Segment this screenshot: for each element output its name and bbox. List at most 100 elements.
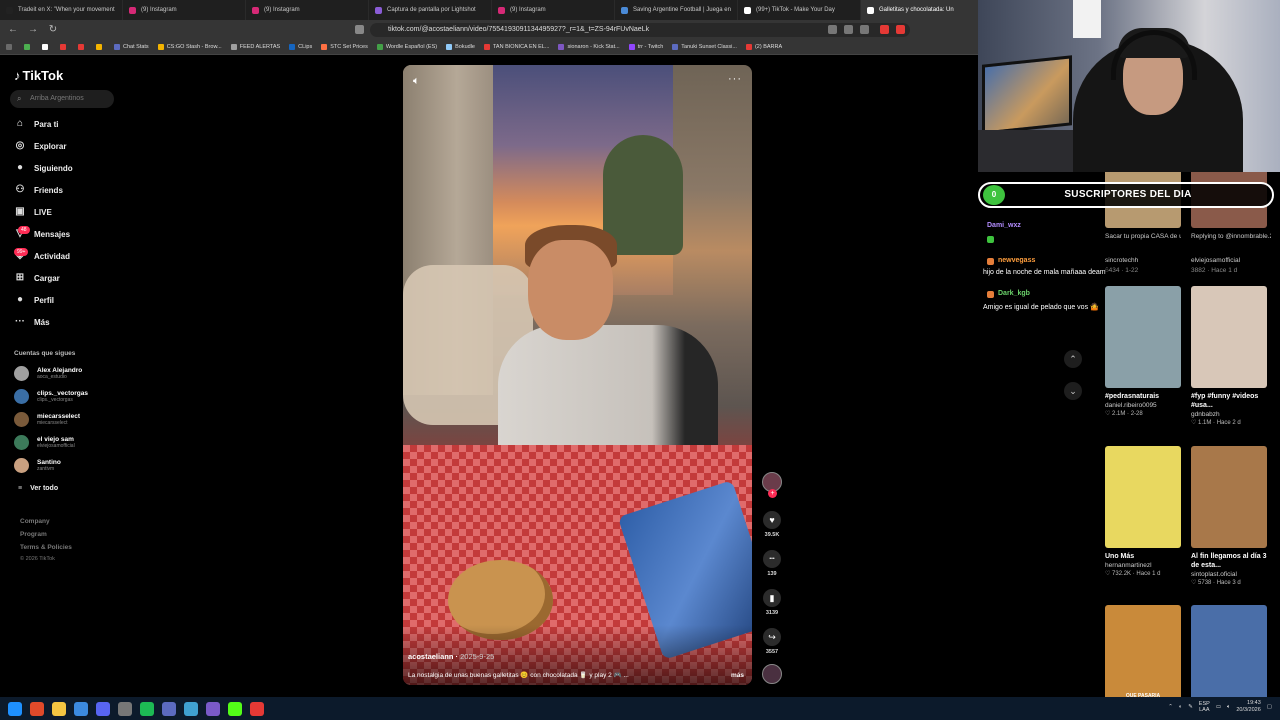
bookmark-item[interactable]	[24, 44, 33, 50]
taskbar-app-icon[interactable]	[228, 701, 242, 716]
bookmark-item[interactable]: trr - Twitch	[628, 44, 663, 50]
related-video-card[interactable]: QUE PASARIA	[1105, 605, 1181, 707]
browser-tab[interactable]: (9) Instagram	[123, 0, 246, 20]
related-thumbnail[interactable]	[1191, 605, 1267, 707]
sound-disc-icon[interactable]	[762, 664, 782, 684]
following-account[interactable]: clips._vectorgas clips._vectorgas	[14, 389, 88, 404]
start-icon[interactable]	[8, 701, 22, 716]
follow-plus-icon[interactable]: +	[768, 489, 777, 498]
footer-company[interactable]: Company	[20, 518, 50, 525]
related-thumbnail[interactable]	[1105, 286, 1181, 388]
nav-item-más[interactable]: ··· Más	[14, 316, 50, 328]
related-video-card[interactable]: Uno Más hernanmartinezl ♡ 732.2K · Hace 1 …	[1105, 446, 1181, 577]
scroll-up-icon[interactable]: ⌃	[1064, 350, 1082, 368]
browser-tab[interactable]: (9) Instagram	[246, 0, 369, 20]
extension-icon[interactable]	[844, 25, 853, 34]
more-options-icon[interactable]: ···	[728, 73, 742, 85]
bookmark-item[interactable]: CS:GO Stash - Brow...	[157, 44, 222, 50]
display-icon[interactable]: ▭	[1216, 704, 1221, 710]
search-input[interactable]: ⌕ Arriba Argentinos	[10, 90, 114, 108]
bookmark-star-icon[interactable]	[355, 25, 364, 34]
clock[interactable]: 19:43 20/3/2026	[1236, 700, 1260, 714]
bookmark-item[interactable]	[6, 44, 15, 50]
taskbar-app-icon[interactable]	[250, 701, 264, 716]
reload-icon[interactable]: ↻	[46, 23, 60, 37]
bookmark-item[interactable]: (2) BARRA	[745, 44, 782, 50]
extension-icon[interactable]	[880, 25, 889, 34]
lang-indicator[interactable]: ESP LAA	[1199, 701, 1210, 713]
bookmark-item[interactable]	[60, 44, 69, 50]
browser-tab[interactable]: Galletitas y chocolatada: Un	[861, 0, 984, 20]
bookmark-item[interactable]: TAN BIONICA EN EL...	[483, 44, 549, 50]
nav-item-siguiendo[interactable]: ● Siguiendo	[14, 162, 73, 174]
extension-icon[interactable]	[828, 25, 837, 34]
bookmark-item[interactable]	[78, 44, 87, 50]
video-author[interactable]: acostaeliann · 2025-9-25	[408, 652, 494, 661]
bookmark-item[interactable]: Bokudle	[446, 44, 475, 50]
like-action[interactable]: ♥ 39.5K	[762, 511, 782, 538]
following-account[interactable]: Alex Alejandro aoca_estudio	[14, 366, 82, 381]
taskbar-app-icon[interactable]	[30, 701, 44, 716]
monitor-scene	[982, 55, 1072, 135]
bookmark-item[interactable]: Wordle Español (ES)	[376, 44, 437, 50]
bookmark-item[interactable]	[42, 44, 51, 50]
nav-item-explorar[interactable]: ◎ Explorar	[14, 140, 67, 152]
related-thumbnail[interactable]	[1105, 446, 1181, 548]
browser-tab[interactable]: Captura de pantalla por Lightshot	[369, 0, 492, 20]
browser-tab[interactable]: Saving Argentine Football | Juega en	[615, 0, 738, 20]
bookmark-item[interactable]: Chat Stats	[114, 44, 149, 50]
browser-tab[interactable]: Tradeit en X: "When your movement	[0, 0, 123, 20]
nav-item-perfil[interactable]: ● Perfil	[14, 294, 54, 306]
volume-icon[interactable]: 🔈︎	[413, 75, 420, 88]
related-thumbnail[interactable]	[1191, 286, 1267, 388]
related-video-card[interactable]: #fyp #funny #videos #usa... gdnbabzh ♡ 1.1…	[1191, 286, 1267, 426]
taskbar-app-icon[interactable]	[118, 701, 132, 716]
following-account[interactable]: Santino zantivm	[14, 458, 61, 473]
following-account[interactable]: miecarsselect miecarsselect	[14, 412, 80, 427]
back-icon[interactable]: ←	[6, 23, 20, 37]
related-thumbnail[interactable]: QUE PASARIA	[1105, 605, 1181, 707]
profile-icon[interactable]	[896, 25, 905, 34]
bookmark-item[interactable]: FEED ALERTAS	[230, 44, 280, 50]
footer-terms[interactable]: Terms & Policies	[20, 544, 72, 551]
nav-item-live[interactable]: ▣ LIVE	[14, 206, 52, 218]
extension-icon[interactable]	[860, 25, 869, 34]
browser-tab[interactable]: (99+) TikTok - Make Your Day	[738, 0, 861, 20]
save-action[interactable]: ▮ 3139	[762, 589, 782, 616]
taskbar-app-icon[interactable]	[74, 701, 88, 716]
related-thumbnail[interactable]	[1191, 446, 1267, 548]
browser-tab[interactable]: (9) Instagram	[492, 0, 615, 20]
forward-icon[interactable]: →	[26, 23, 40, 37]
related-video-card[interactable]: Al fin llegamos al día 3 de esta... sinto…	[1191, 446, 1267, 586]
related-video-card[interactable]	[1191, 605, 1267, 707]
pen-icon[interactable]: ✎	[1188, 704, 1193, 710]
bookmark-item[interactable]	[96, 44, 105, 50]
video-player[interactable]: 🔈︎ ··· acostaeliann · 2025-9-25 La nosta…	[403, 65, 752, 685]
footer-program[interactable]: Program	[20, 531, 47, 538]
nav-item-friends[interactable]: ⚇ Friends	[14, 184, 63, 196]
taskbar-app-icon[interactable]	[162, 701, 176, 716]
taskbar-app-icon[interactable]	[184, 701, 198, 716]
network-icon[interactable]: ◐	[1179, 704, 1182, 710]
taskbar-app-icon[interactable]	[206, 701, 220, 716]
following-account[interactable]: el viejo sam elviejosamofficial	[14, 435, 75, 450]
notification-icon[interactable]: ▢	[1267, 704, 1272, 710]
volume-icon[interactable]: 🔈︎	[1227, 704, 1230, 711]
nav-item-cargar[interactable]: ⊞ Cargar	[14, 272, 60, 284]
tiktok-logo[interactable]: ♪ TikTok	[14, 68, 63, 83]
related-video-card[interactable]: #pedrasnaturais daniel.ribeiro0095 ♡ 2.1M …	[1105, 286, 1181, 417]
share-action[interactable]: ↪ 3557	[762, 628, 782, 655]
nav-item-para-ti[interactable]: ⌂ Para ti	[14, 118, 59, 130]
bookmark-item[interactable]: CLips	[289, 44, 312, 50]
see-all-link[interactable]: ≡ Ver todo	[18, 485, 58, 492]
scroll-down-icon[interactable]: ⌄	[1064, 382, 1082, 400]
chevron-up-icon[interactable]: ⌃	[1168, 704, 1173, 710]
comment-action[interactable]: ••• 139	[762, 550, 782, 577]
bookmark-item[interactable]: sionaron - Kick Stat...	[558, 44, 620, 50]
taskbar-app-icon[interactable]	[96, 701, 110, 716]
taskbar-app-icon[interactable]	[140, 701, 154, 716]
bookmark-item[interactable]: STC Set Prices	[321, 44, 368, 50]
more-caption-link[interactable]: más	[731, 672, 744, 679]
bookmark-item[interactable]: Tanuki Sunset Classi...	[672, 44, 737, 50]
taskbar-app-icon[interactable]	[52, 701, 66, 716]
